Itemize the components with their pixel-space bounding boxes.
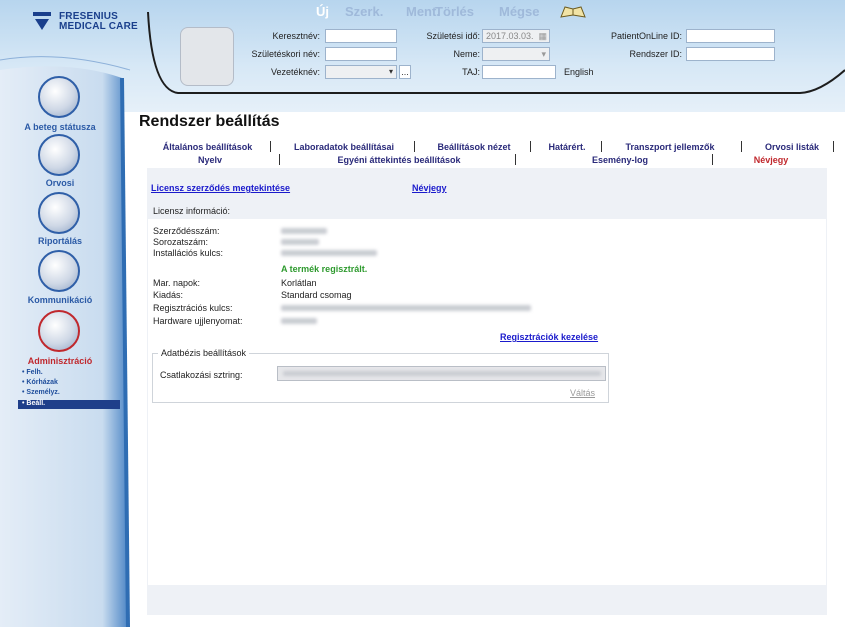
- gender-select[interactable]: ▾: [482, 47, 550, 61]
- subnav-settings-label: Beáll.: [26, 400, 46, 407]
- connection-string-input[interactable]: [277, 366, 606, 381]
- book-icon[interactable]: [560, 5, 586, 19]
- tab-medical-lists[interactable]: Orvosi listák: [752, 142, 832, 152]
- subnav-staff-label: Személyz.: [26, 389, 60, 396]
- birth-date-label: Születési idő:: [426, 31, 480, 41]
- page-title: Rendszer beállítás: [139, 113, 280, 130]
- subnav-settings[interactable]: • Beáll.: [18, 400, 120, 409]
- tab-separator: [515, 154, 516, 165]
- sidebar-item-reporting[interactable]: Riportálás: [5, 236, 115, 246]
- system-id-label: Rendszer ID:: [629, 49, 682, 59]
- sidebar-item-patient-status[interactable]: A beteg státusza: [5, 122, 115, 132]
- delete-button[interactable]: Törlés: [435, 4, 474, 19]
- switch-button[interactable]: Váltás: [570, 388, 595, 398]
- language-label[interactable]: English: [564, 67, 594, 77]
- install-key-label: Installációs kulcs:: [153, 248, 224, 258]
- birth-name-label: Születéskori név:: [251, 49, 320, 59]
- birth-date-input[interactable]: 2017.03.03. ▦: [482, 29, 550, 43]
- hw-fingerprint-label: Hardware ujjlenyomat:: [153, 316, 243, 326]
- taj-input[interactable]: [482, 65, 556, 79]
- medical-icon[interactable]: [38, 134, 80, 176]
- new-button[interactable]: Új: [316, 4, 329, 19]
- tab-settings-view[interactable]: Beállítások nézet: [424, 142, 524, 152]
- pol-id-input[interactable]: [686, 29, 775, 43]
- sidebar-item-communication[interactable]: Kommunikáció: [5, 295, 115, 305]
- tab-separator: [530, 141, 531, 152]
- license-section-title: Licensz információ:: [153, 206, 231, 216]
- contract-no-value: [281, 228, 327, 234]
- chevron-down-icon: ▾: [541, 49, 546, 59]
- subnav-staff[interactable]: • Személyz.: [22, 389, 60, 396]
- reg-key-value: [281, 305, 531, 311]
- subnav-hospitals-label: Kórházak: [26, 379, 58, 386]
- reporting-icon[interactable]: [38, 192, 80, 234]
- connection-string-label: Csatlakozási sztring:: [160, 370, 243, 380]
- tab-separator: [712, 154, 713, 165]
- reg-key-label: Regisztrációs kulcs:: [153, 303, 233, 313]
- days-left-value: Korlátlan: [281, 278, 317, 288]
- tab-custom-overview[interactable]: Egyéni áttekintés beállítások: [290, 155, 508, 165]
- license-agreement-link[interactable]: Licensz szerződés megtekintése: [151, 183, 290, 193]
- manage-registrations-link[interactable]: Regisztrációk kezelése: [500, 332, 598, 342]
- tab-separator: [741, 141, 742, 152]
- system-id-input[interactable]: [686, 47, 775, 61]
- tab-separator: [833, 141, 834, 152]
- tab-transport[interactable]: Transzport jellemzők: [610, 142, 730, 152]
- registered-message: A termék regisztrált.: [281, 264, 368, 274]
- edition-label: Kiadás:: [153, 290, 184, 300]
- tab-language[interactable]: Nyelv: [150, 155, 270, 165]
- cancel-button[interactable]: Mégse: [499, 4, 539, 19]
- taj-label: TAJ:: [462, 67, 480, 77]
- hw-fingerprint-value: [281, 318, 317, 324]
- subnav-users-label: Felh.: [26, 369, 43, 376]
- fresenius-logo-icon: [33, 10, 51, 34]
- tab-separator: [270, 141, 271, 152]
- tab-separator: [279, 154, 280, 165]
- administration-icon[interactable]: [38, 310, 80, 352]
- tab-limits[interactable]: Határért.: [540, 142, 594, 152]
- communication-icon[interactable]: [38, 250, 80, 292]
- sidebar-item-medical[interactable]: Orvosi: [5, 178, 115, 188]
- install-key-value: [281, 250, 377, 256]
- tab-separator: [414, 141, 415, 152]
- edit-button[interactable]: Szerk.: [345, 4, 383, 19]
- subnav-users[interactable]: • Felh.: [22, 369, 43, 376]
- tab-general[interactable]: Általános beállítások: [150, 142, 265, 152]
- tab-about[interactable]: Névjegy: [716, 155, 826, 165]
- tab-separator: [601, 141, 602, 152]
- first-name-label: Keresztnév:: [272, 31, 320, 41]
- patient-status-icon[interactable]: [38, 76, 80, 118]
- subnav-hospitals[interactable]: • Kórházak: [22, 379, 58, 386]
- pol-id-label: PatientOnLine ID:: [610, 31, 682, 41]
- serial-no-label: Sorozatszám:: [153, 237, 209, 247]
- brand-line2: MEDICAL CARE: [59, 21, 138, 32]
- calendar-icon[interactable]: ▦: [538, 30, 547, 42]
- days-left-label: Mar. napok:: [153, 278, 201, 288]
- database-legend: Adatbézis beállítások: [158, 348, 250, 358]
- tab-lab-settings[interactable]: Laboradatok beállításai: [280, 142, 408, 152]
- sidebar-item-administration[interactable]: Adminisztráció: [5, 356, 115, 366]
- birth-date-value: 2017.03.03.: [486, 31, 534, 41]
- serial-no-value: [281, 239, 319, 245]
- tab-event-log[interactable]: Esemény-log: [525, 155, 715, 165]
- last-name-label: Vezetéknév:: [270, 67, 320, 77]
- gender-label: Neme:: [453, 49, 480, 59]
- contract-no-label: Szerződésszám:: [153, 226, 220, 236]
- about-link[interactable]: Névjegy: [412, 183, 447, 193]
- edition-value: Standard csomag: [281, 290, 352, 300]
